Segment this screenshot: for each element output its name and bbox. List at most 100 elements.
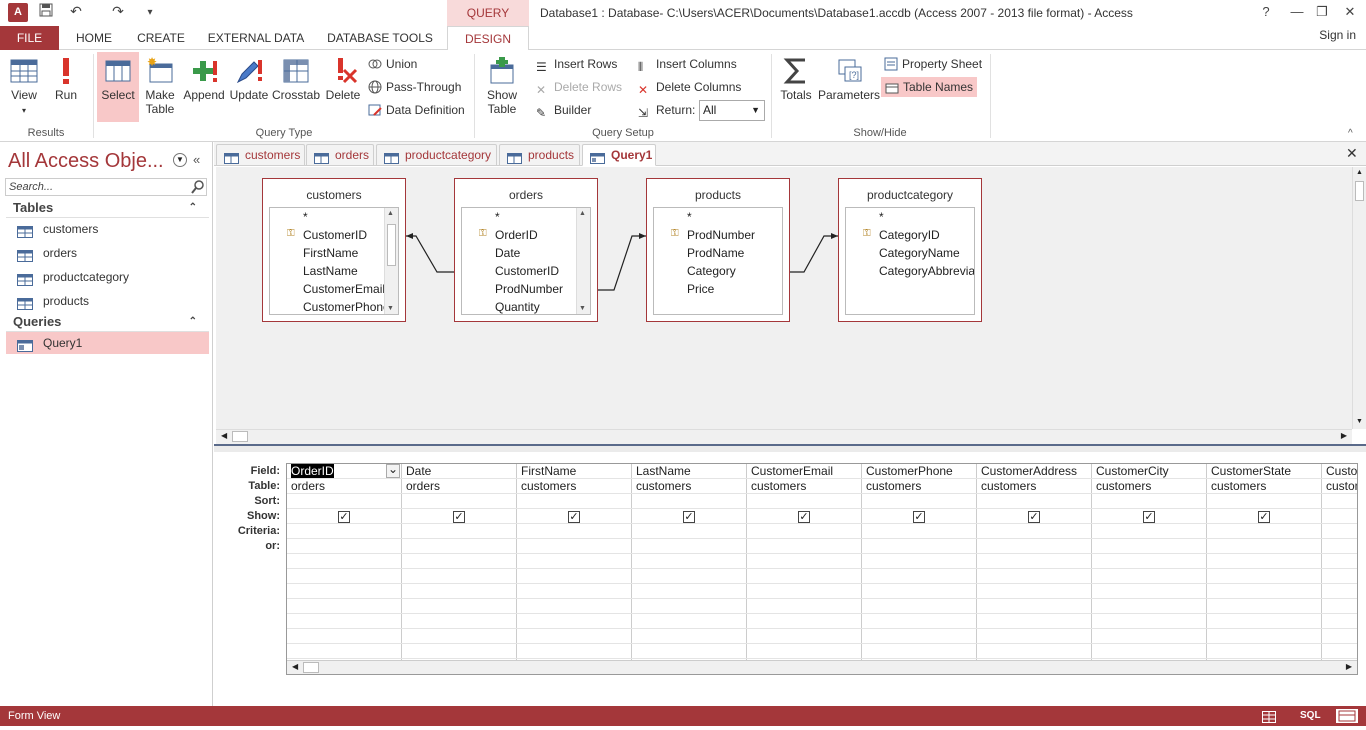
show-checkbox[interactable]: ✓ (913, 511, 925, 523)
field-item[interactable]: * (303, 208, 308, 226)
field-item[interactable]: Category (687, 262, 736, 280)
or-cell[interactable] (517, 644, 632, 659)
or-cell[interactable] (402, 644, 517, 659)
or-cell[interactable] (977, 554, 1092, 569)
field-item[interactable]: FirstName (303, 244, 358, 262)
scroll-up-icon[interactable]: ▲ (579, 210, 586, 217)
show-cell[interactable]: ✓ (287, 509, 402, 524)
field-list[interactable]: * ⚿ CustomerID FirstName LastName Custom… (269, 207, 399, 315)
or-cell[interactable] (1092, 629, 1207, 644)
scroll-right-icon[interactable]: ▶ (1341, 431, 1347, 440)
criteria-cell[interactable] (747, 524, 862, 539)
field-item[interactable]: * (879, 208, 884, 226)
field-item[interactable]: CustomerID (495, 262, 559, 280)
or-cell[interactable] (1207, 614, 1322, 629)
field-item[interactable]: ProdName (687, 244, 744, 262)
or-cell[interactable] (1322, 629, 1357, 644)
show-cell[interactable]: ✓ (977, 509, 1092, 524)
close-document-icon[interactable]: ✕ (1346, 145, 1358, 162)
or-cell[interactable] (632, 569, 747, 584)
or-cell[interactable] (862, 644, 977, 659)
or-cell[interactable] (1207, 569, 1322, 584)
or-cell[interactable] (402, 569, 517, 584)
table-cell[interactable]: customers (747, 479, 862, 494)
or-cell[interactable] (517, 599, 632, 614)
or-cell[interactable] (287, 539, 402, 554)
or-cell[interactable] (517, 569, 632, 584)
nav-group-tables[interactable]: Tables ⌃ (6, 198, 209, 218)
or-cell[interactable] (747, 554, 862, 569)
criteria-cell[interactable] (632, 524, 747, 539)
table-box-productcategory[interactable]: productcategory * ⚿ CategoryID CategoryN… (838, 178, 982, 322)
or-cell[interactable] (1322, 599, 1357, 614)
or-cell[interactable] (517, 629, 632, 644)
field-item[interactable]: LastName (303, 262, 358, 280)
or-cell[interactable] (287, 629, 402, 644)
criteria-cell[interactable] (1207, 524, 1322, 539)
update-button[interactable]: Update (228, 52, 270, 124)
show-cell[interactable]: ✓ (632, 509, 747, 524)
table-cell[interactable]: customers (977, 479, 1092, 494)
show-cell[interactable]: ✓ (862, 509, 977, 524)
append-button[interactable]: Append (181, 52, 227, 124)
minimize-button[interactable]: — (1283, 4, 1311, 19)
scroll-right-icon[interactable]: ▶ (1346, 662, 1352, 671)
grid-column[interactable]: CustomerState customers ✓ (1207, 464, 1322, 660)
or-cell[interactable] (402, 599, 517, 614)
field-list[interactable]: * ⚿ OrderID Date CustomerID ProdNumber Q… (461, 207, 591, 315)
or-cell[interactable] (1092, 599, 1207, 614)
or-cell[interactable] (862, 554, 977, 569)
table-cell[interactable]: customers (1207, 479, 1322, 494)
or-cell[interactable] (1322, 644, 1357, 659)
nav-item-productcategory[interactable]: productcategory (6, 266, 209, 288)
or-cell[interactable] (747, 584, 862, 599)
show-cell[interactable]: ✓ (1207, 509, 1322, 524)
insert-columns-button[interactable]: ⫴ Insert Columns (638, 54, 737, 74)
table-box-orders[interactable]: orders * ⚿ OrderID Date CustomerID ProdN… (454, 178, 598, 322)
restore-button[interactable]: ❐ (1308, 4, 1336, 20)
or-cell[interactable] (1092, 584, 1207, 599)
grid-column[interactable]: CustomerEmail customers ✓ (747, 464, 862, 660)
criteria-cell[interactable] (402, 524, 517, 539)
field-cell[interactable]: CustomerState (1207, 464, 1322, 479)
show-checkbox[interactable]: ✓ (453, 511, 465, 523)
or-cell[interactable] (747, 644, 862, 659)
doc-tab-query1[interactable]: Query1 (582, 144, 656, 166)
shutter-bar-close-icon[interactable]: « (193, 152, 200, 167)
nav-pane-title[interactable]: All Access Obje... (8, 150, 164, 173)
sort-cell[interactable] (517, 494, 632, 509)
or-cell[interactable] (632, 584, 747, 599)
show-checkbox[interactable]: ✓ (683, 511, 695, 523)
nav-group-queries[interactable]: Queries ⌃ (6, 312, 209, 332)
upper-pane-horizontal-scrollbar[interactable]: ◀ ▶ (216, 429, 1352, 444)
or-cell[interactable] (517, 614, 632, 629)
redo-icon[interactable]: ↷ (108, 3, 128, 20)
nav-item-customers[interactable]: customers (6, 218, 209, 240)
field-cell[interactable]: CustomerEmail (747, 464, 862, 479)
field-item[interactable]: CustomerID (303, 226, 367, 244)
design-view-icon[interactable] (1336, 709, 1358, 723)
or-cell[interactable] (632, 599, 747, 614)
grid-column[interactable]: LastName customers ✓ (632, 464, 747, 660)
upper-pane-vertical-scrollbar[interactable]: ▲ ▼ (1352, 167, 1366, 429)
or-cell[interactable] (862, 569, 977, 584)
or-cell[interactable] (1322, 584, 1357, 599)
show-checkbox[interactable]: ✓ (1028, 511, 1040, 523)
scroll-thumb[interactable] (387, 224, 396, 266)
table-box-customers[interactable]: customers * ⚿ CustomerID FirstName LastN… (262, 178, 406, 322)
design-grid[interactable]: OrderID ⌄ orders ✓ Date orders ✓ FirstName custo… (286, 463, 1358, 675)
or-cell[interactable] (287, 569, 402, 584)
or-cell[interactable] (1207, 554, 1322, 569)
or-cell[interactable] (1322, 569, 1357, 584)
datasheet-view-icon[interactable] (1262, 710, 1276, 730)
field-list[interactable]: * ⚿ CategoryID CategoryName CategoryAbbr… (845, 207, 975, 315)
table-cell[interactable]: orders (287, 479, 402, 494)
or-cell[interactable] (402, 629, 517, 644)
field-item[interactable]: Quantity (495, 298, 540, 314)
grid-horizontal-scrollbar[interactable]: ◀ ▶ (287, 660, 1357, 674)
field-item[interactable]: OrderID (495, 226, 538, 244)
or-cell[interactable] (517, 539, 632, 554)
sort-cell[interactable] (632, 494, 747, 509)
sort-cell[interactable] (862, 494, 977, 509)
or-cell[interactable] (517, 554, 632, 569)
